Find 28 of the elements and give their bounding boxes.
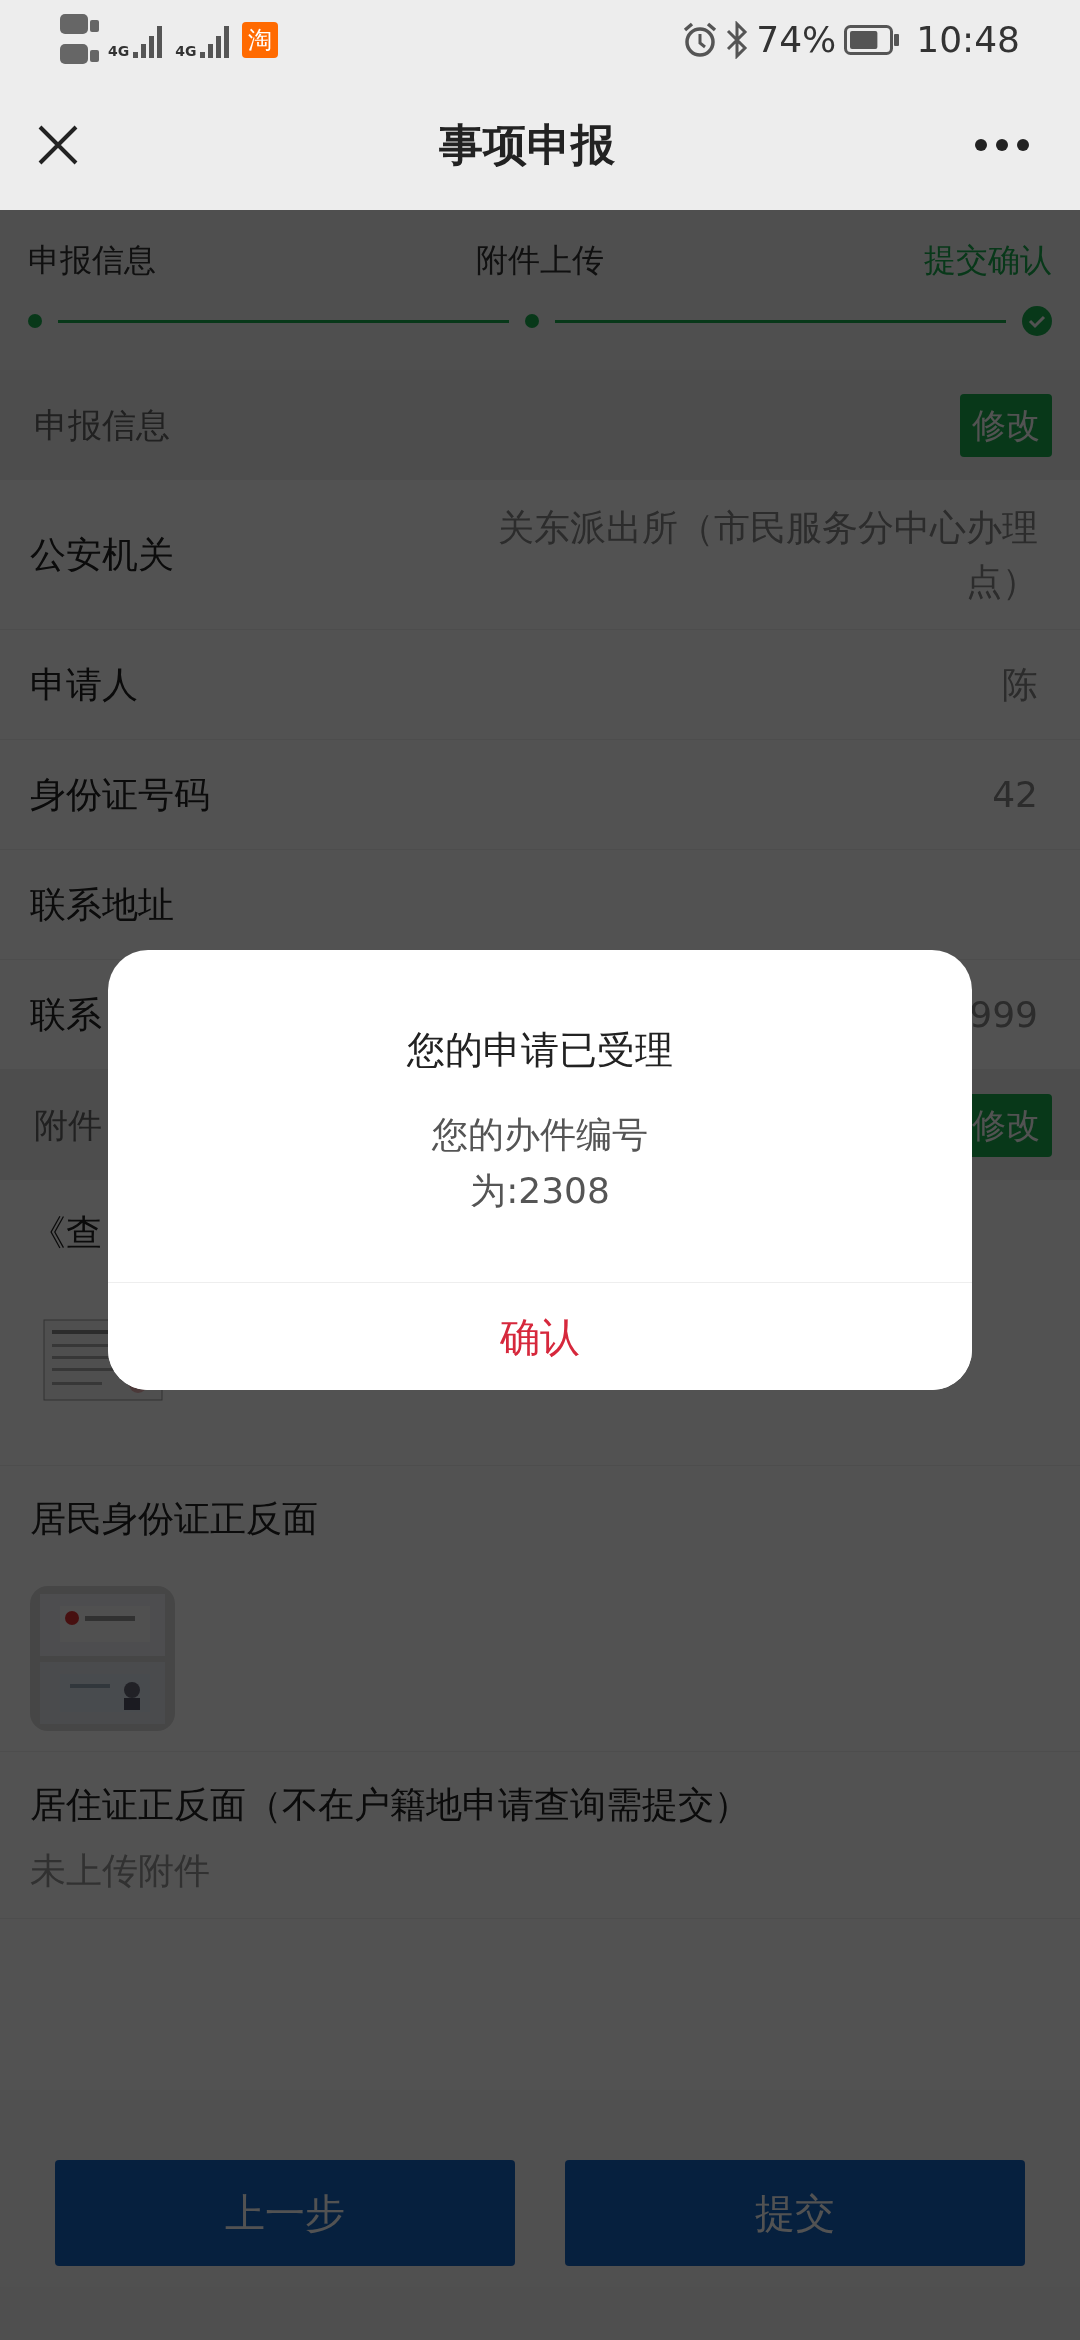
submit-button[interactable]: 提交: [565, 2160, 1025, 2266]
previous-button[interactable]: 上一步: [55, 2160, 515, 2266]
battery-percent: 74%: [756, 18, 837, 62]
confirm-button[interactable]: 确认: [108, 1282, 972, 1390]
network-type: 4G: [108, 44, 130, 58]
edit-button[interactable]: 修改: [960, 393, 1052, 457]
field-label: 身份证号码: [30, 772, 210, 817]
battery-icon: [844, 25, 901, 55]
attachment-title: 居民身份证正反面: [30, 1497, 319, 1541]
step-label[interactable]: 附件上传: [476, 236, 604, 284]
attachment-title: 居住证正反面（不在户籍地申请查询需提交）: [30, 1783, 751, 1827]
dialog-message: 您的办件编号为:2308: [431, 1113, 649, 1213]
field-label: 联系: [30, 992, 102, 1037]
page-title: 事项申报: [439, 119, 615, 170]
step-label[interactable]: 申报信息: [28, 236, 156, 284]
field-label: 公安机关: [30, 532, 174, 577]
bluetooth-icon: [726, 21, 749, 59]
notification-icon: 淘: [242, 22, 279, 58]
clock: 10:48: [916, 18, 1020, 62]
close-icon[interactable]: [36, 123, 80, 167]
more-icon[interactable]: [974, 138, 1030, 152]
attachment-title: 《查: [30, 1211, 103, 1255]
field-label: 申请人: [30, 662, 138, 707]
dialog-title: 您的申请已受理: [406, 1027, 674, 1074]
step-label[interactable]: 提交确认: [924, 236, 1052, 284]
network-type: 4G: [175, 44, 197, 58]
alarm-icon: [682, 22, 719, 58]
field-label: 联系地址: [30, 882, 174, 927]
